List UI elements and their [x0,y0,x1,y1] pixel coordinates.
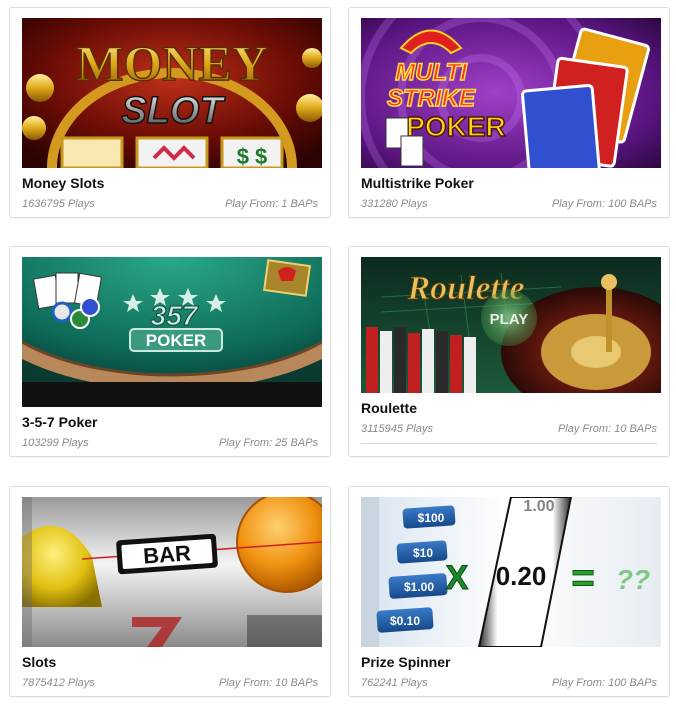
game-title[interactable]: Money Slots [22,175,104,191]
spinner-value: 0.20 [496,561,547,591]
game-card-slots[interactable]: BAR Slots 7875412 Plays Play From: 10 BA… [9,486,331,697]
play-count: 3115945 Plays [361,423,433,435]
play-count: 103299 Plays [22,437,89,449]
money-slot-logo-bottom: SLOT [121,90,225,132]
svg-text:$ $: $ $ [237,144,268,168]
game-card-prize-spinner[interactable]: $100 $10 $1.00 $0.10 X 1.00 0.20 = ?? Pr… [348,486,670,697]
play-count: 1636795 Plays [22,198,95,210]
game-card-roulette[interactable]: Roulette PLAY Roulette 3115945 Plays Pla… [348,246,670,457]
min-bet: Play From: 10 BAPs [218,677,318,689]
chip-1: $1.00 [404,580,434,594]
chip-0-10: $0.10 [390,614,420,628]
min-bet: Play From: 100 BAPs [551,677,657,689]
multiply-sign: X [446,559,469,597]
min-bet: Play From: 100 BAPs [551,198,657,210]
game-title[interactable]: Multistrike Poker [361,175,474,191]
multistrike-logo-2: STRIKE [387,85,476,112]
play-overlay[interactable]: PLAY [490,311,529,328]
play-count: 7875412 Plays [22,677,95,689]
chip-10: $10 [413,546,433,560]
357-logo-word: POKER [146,331,206,350]
game-card-money-slots[interactable]: MONEY SLOT $ $ Money Slots 1636795 Plays… [9,7,331,218]
chip-100: $100 [418,511,445,525]
card-divider [361,443,657,444]
equals-sign: = [571,556,594,600]
play-count: 331280 Plays [361,198,428,210]
game-card-357-poker[interactable]: . 357 POKER 3-5-7 Poker 103299 Plays Pla… [9,246,331,457]
357-poker-thumbnail[interactable]: . 357 POKER [22,257,322,407]
min-bet: Play From: 1 BAPs [225,198,318,210]
multistrike-logo-1: MULTI [395,59,468,86]
svg-text:1.00: 1.00 [523,498,554,515]
roulette-thumbnail[interactable]: Roulette PLAY [361,257,661,393]
game-title[interactable]: Roulette [361,400,417,416]
game-title[interactable]: Prize Spinner [361,654,450,670]
game-title[interactable]: 3-5-7 Poker [22,414,97,430]
game-title[interactable]: Slots [22,654,56,670]
slots-thumbnail[interactable]: BAR [22,497,322,647]
bar-symbol: BAR [142,540,191,568]
min-bet: Play From: 10 BAPs [557,423,657,435]
money-slots-thumbnail[interactable]: MONEY SLOT $ $ [22,18,322,168]
prize-spinner-thumbnail[interactable]: $100 $10 $1.00 $0.10 X 1.00 0.20 = ?? [361,497,661,647]
svg-text:??: ?? [616,564,650,595]
min-bet: Play From: 25 BAPs [218,437,318,449]
game-card-multistrike-poker[interactable]: MULTI STRIKE POKER Multistrike Poker 331… [348,7,670,218]
357-logo-number: 357 [151,300,199,331]
multistrike-poker-thumbnail[interactable]: MULTI STRIKE POKER [361,18,661,168]
money-slot-logo-top: MONEY [76,35,268,91]
play-count: 762241 Plays [361,677,428,689]
